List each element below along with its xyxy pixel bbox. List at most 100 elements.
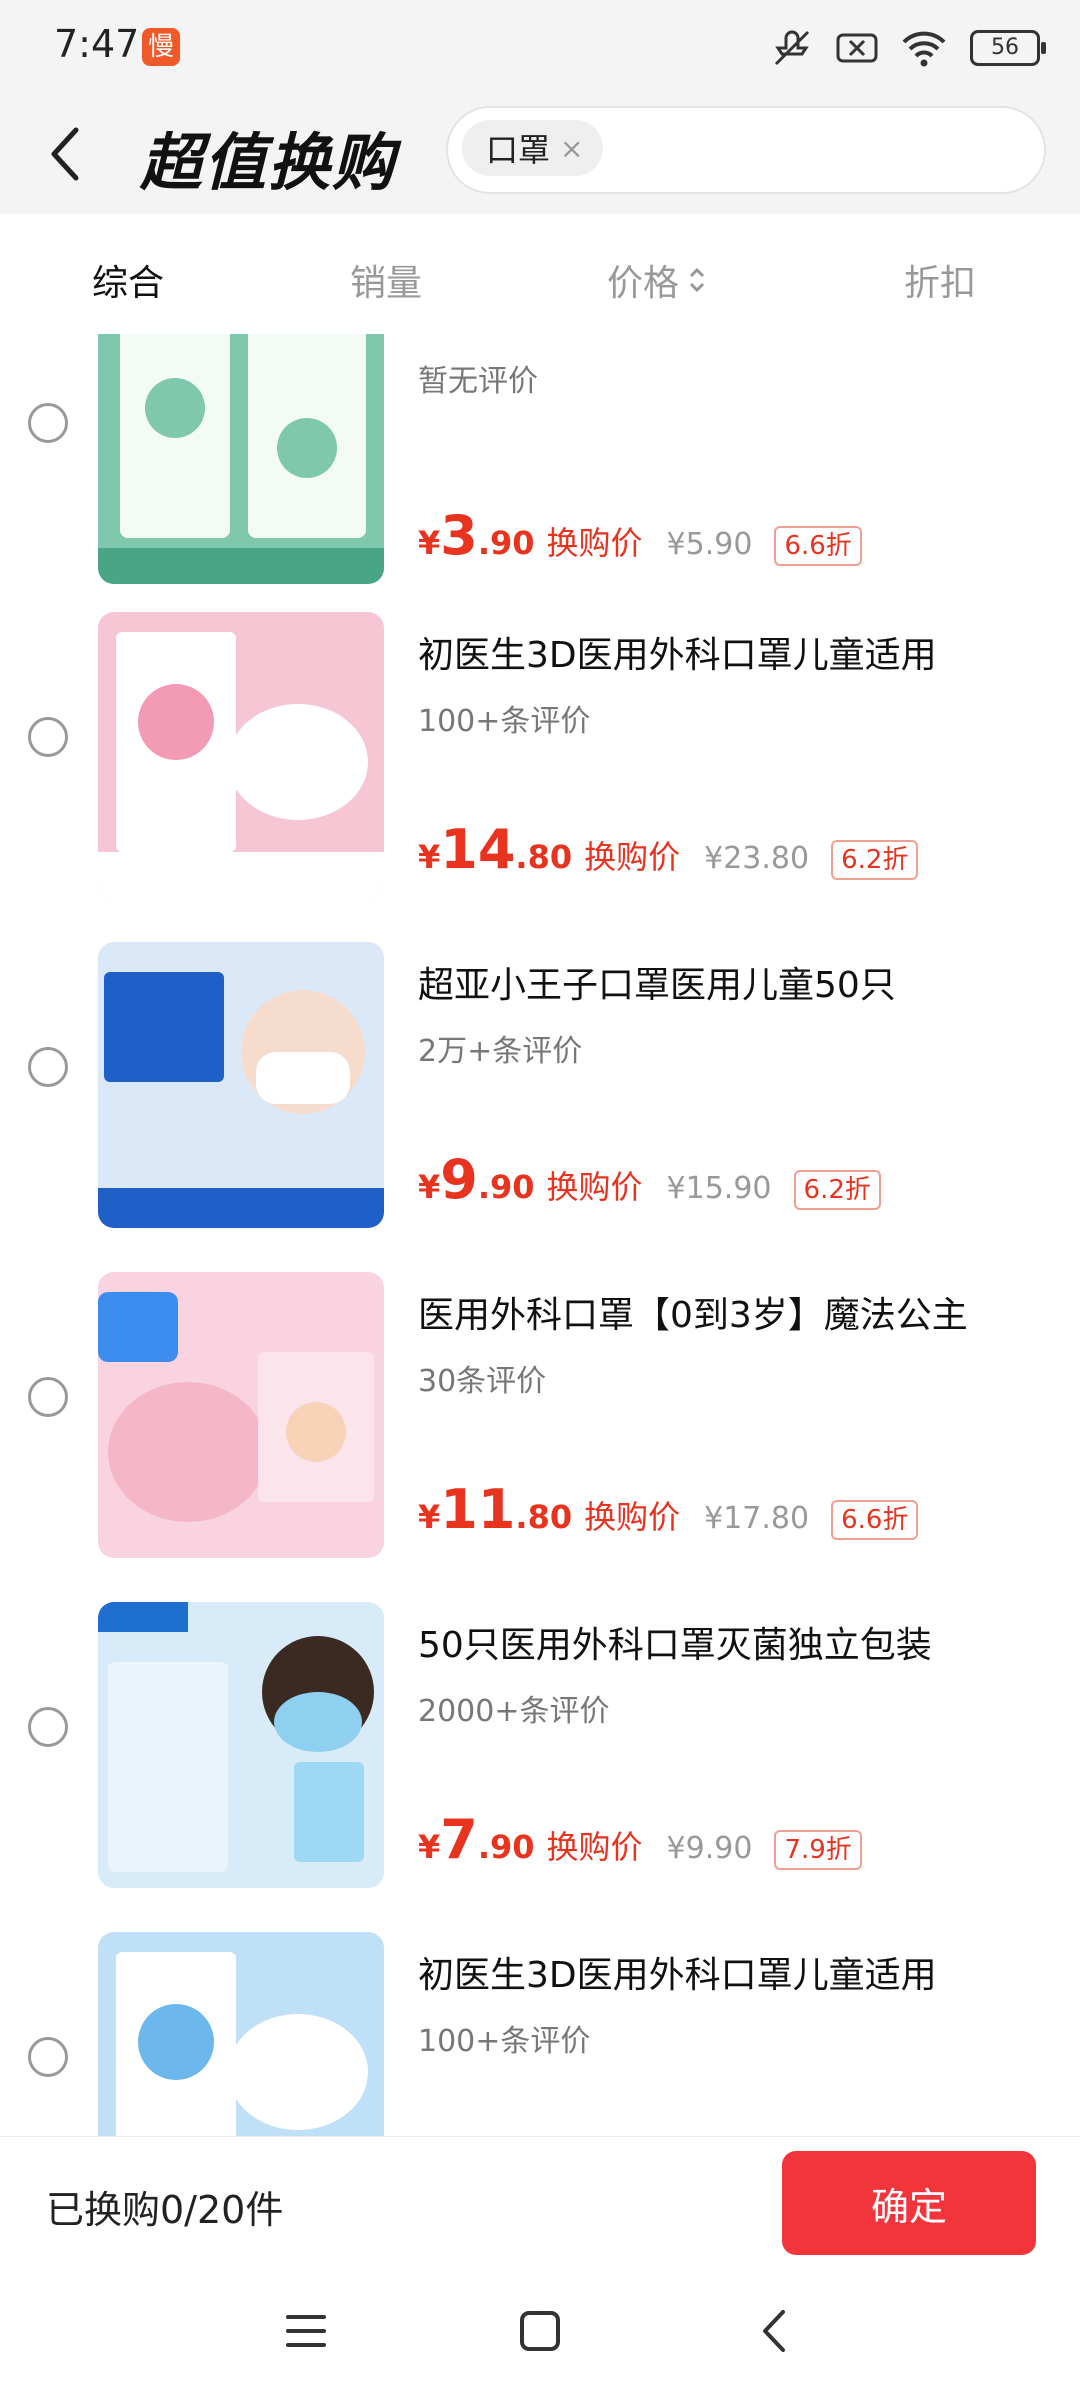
product-image[interactable] bbox=[98, 334, 384, 584]
original-price: ¥5.90 bbox=[666, 527, 753, 562]
home-square-icon bbox=[520, 2311, 560, 2351]
discount-badge: 6.2折 bbox=[831, 840, 919, 880]
price-decimal: .90 bbox=[477, 524, 535, 562]
tab-price-label: 价格 bbox=[607, 263, 680, 304]
list-item[interactable]: 初医生3D医用外科口罩儿童适用 100+条评价 bbox=[0, 1910, 1080, 2136]
confirm-button[interactable]: 确定 bbox=[782, 2151, 1036, 2255]
price-label: 换购价 bbox=[584, 838, 681, 876]
currency-symbol: ¥ bbox=[418, 1168, 441, 1206]
list-item[interactable]: 50只医用外科口罩灭菌独立包装 2000+条评价 ¥ 7 .90 换购价 ¥9.… bbox=[0, 1580, 1080, 1910]
product-image-art bbox=[98, 1272, 384, 1558]
wifi-icon bbox=[902, 31, 946, 67]
search-chip[interactable]: 口罩 × bbox=[462, 120, 604, 176]
status-time: 7:47 bbox=[54, 22, 140, 66]
price-decimal: .90 bbox=[477, 1168, 535, 1206]
list-item[interactable]: 暂无评价 ¥ 3 .90 换购价 ¥5.90 6.6折 bbox=[0, 334, 1080, 606]
price-row: ¥ 9 .90 换购价 ¥15.90 6.2折 bbox=[418, 1148, 881, 1211]
nav-back-button[interactable] bbox=[734, 2296, 814, 2366]
header: 超值换购 口罩 × bbox=[0, 96, 1080, 214]
redeem-counter: 已换购0/20件 bbox=[46, 2188, 284, 2232]
product-image[interactable] bbox=[98, 612, 384, 898]
price-decimal: .80 bbox=[515, 838, 573, 876]
close-icon[interactable]: × bbox=[560, 132, 583, 165]
product-image[interactable] bbox=[98, 942, 384, 1228]
product-reviews: 100+条评价 bbox=[418, 2024, 591, 2059]
list-item[interactable]: 超亚小王子口罩医用儿童50只 2万+条评价 ¥ 9 .90 换购价 ¥15.90… bbox=[0, 920, 1080, 1250]
price-row: ¥ 3 .90 换购价 ¥5.90 6.6折 bbox=[418, 504, 862, 567]
home-button[interactable] bbox=[500, 2296, 580, 2366]
price-integer: 7 bbox=[440, 1808, 478, 1871]
select-radio[interactable] bbox=[28, 717, 68, 757]
menu-button[interactable] bbox=[266, 2296, 346, 2366]
currency-symbol: ¥ bbox=[418, 1828, 441, 1866]
list-item[interactable]: 医用外科口罩【0到3岁】魔法公主 30条评价 ¥ 11 .80 换购价 ¥17.… bbox=[0, 1250, 1080, 1580]
product-reviews: 2000+条评价 bbox=[418, 1694, 610, 1729]
product-list[interactable]: 暂无评价 ¥ 3 .90 换购价 ¥5.90 6.6折 初医生3D医用外科口罩儿… bbox=[0, 334, 1080, 2136]
product-name[interactable]: 初医生3D医用外科口罩儿童适用 bbox=[418, 626, 937, 678]
battery-icon: 56 bbox=[970, 30, 1046, 66]
chevron-left-icon bbox=[51, 127, 79, 181]
status-bar: 7:47 慢 56 bbox=[0, 0, 1080, 96]
select-radio[interactable] bbox=[28, 1377, 68, 1417]
currency-symbol: ¥ bbox=[418, 524, 441, 562]
select-radio[interactable] bbox=[28, 1047, 68, 1087]
product-image[interactable] bbox=[98, 1272, 384, 1558]
product-image-art bbox=[98, 1602, 384, 1888]
sort-bar: 综合 销量 价格 折扣 bbox=[0, 214, 1080, 334]
price-decimal: .80 bbox=[515, 1498, 573, 1536]
price-label: 换购价 bbox=[546, 524, 643, 562]
price-integer: 9 bbox=[440, 1148, 478, 1211]
price-label: 换购价 bbox=[546, 1828, 643, 1866]
product-reviews: 100+条评价 bbox=[418, 704, 591, 739]
search-box[interactable]: 口罩 × bbox=[446, 106, 1046, 194]
product-image-art bbox=[98, 334, 384, 584]
price-row: ¥ 11 .80 换购价 ¥17.80 6.6折 bbox=[418, 1478, 919, 1541]
search-chip-label: 口罩 bbox=[486, 131, 551, 169]
discount-badge: 6.6折 bbox=[831, 1500, 919, 1540]
select-radio[interactable] bbox=[28, 1707, 68, 1747]
currency-symbol: ¥ bbox=[418, 1498, 441, 1536]
product-reviews: 暂无评价 bbox=[418, 364, 538, 399]
product-name[interactable]: 医用外科口罩【0到3岁】魔法公主 bbox=[418, 1286, 968, 1338]
product-image-art bbox=[98, 942, 384, 1228]
select-radio[interactable] bbox=[28, 403, 68, 443]
product-name[interactable]: 超亚小王子口罩医用儿童50只 bbox=[418, 956, 896, 1008]
tab-comprehensive[interactable]: 综合 bbox=[92, 254, 164, 306]
price-integer: 14 bbox=[440, 818, 516, 881]
menu-icon bbox=[286, 2315, 326, 2347]
price-row: ¥ 14 .80 换购价 ¥23.80 6.2折 bbox=[418, 818, 919, 881]
discount-badge: 6.6折 bbox=[774, 526, 862, 566]
product-name[interactable]: 50只医用外科口罩灭菌独立包装 bbox=[418, 1616, 932, 1668]
tab-discount[interactable]: 折扣 bbox=[904, 254, 976, 306]
list-item[interactable]: 初医生3D医用外科口罩儿童适用 100+条评价 ¥ 14 .80 换购价 ¥23… bbox=[0, 590, 1080, 920]
price-integer: 11 bbox=[440, 1478, 516, 1541]
select-radio[interactable] bbox=[28, 2037, 68, 2077]
price-decimal: .90 bbox=[477, 1828, 535, 1866]
product-image[interactable] bbox=[98, 1602, 384, 1888]
price-row: ¥ 7 .90 换购价 ¥9.90 7.9折 bbox=[418, 1808, 862, 1871]
discount-badge: 7.9折 bbox=[774, 1830, 862, 1870]
currency-symbol: ¥ bbox=[418, 838, 441, 876]
back-button[interactable] bbox=[46, 116, 116, 192]
discount-badge: 6.2折 bbox=[793, 1170, 881, 1210]
original-price: ¥23.80 bbox=[704, 841, 810, 876]
product-name[interactable]: 初医生3D医用外科口罩儿童适用 bbox=[418, 1946, 937, 1998]
product-image[interactable] bbox=[98, 1932, 384, 2136]
product-image-art bbox=[98, 612, 384, 898]
price-integer: 3 bbox=[440, 504, 478, 567]
page-title: 超值换购 bbox=[140, 126, 397, 199]
product-image-art bbox=[98, 1932, 384, 2136]
bottom-action-bar: 已换购0/20件 确定 bbox=[0, 2136, 1080, 2267]
sim-off-icon bbox=[836, 33, 878, 63]
tab-price[interactable]: 价格 bbox=[607, 254, 707, 306]
original-price: ¥9.90 bbox=[666, 1831, 753, 1866]
product-reviews: 2万+条评价 bbox=[418, 1034, 583, 1069]
original-price: ¥17.80 bbox=[704, 1501, 810, 1536]
status-icons: 56 bbox=[770, 24, 1046, 72]
sort-updown-icon bbox=[689, 267, 705, 293]
original-price: ¥15.90 bbox=[666, 1171, 772, 1206]
system-nav-bar bbox=[0, 2266, 1080, 2400]
price-label: 换购价 bbox=[546, 1168, 643, 1206]
tab-sales[interactable]: 销量 bbox=[350, 254, 422, 306]
app-notification-badge: 慢 bbox=[142, 28, 180, 66]
